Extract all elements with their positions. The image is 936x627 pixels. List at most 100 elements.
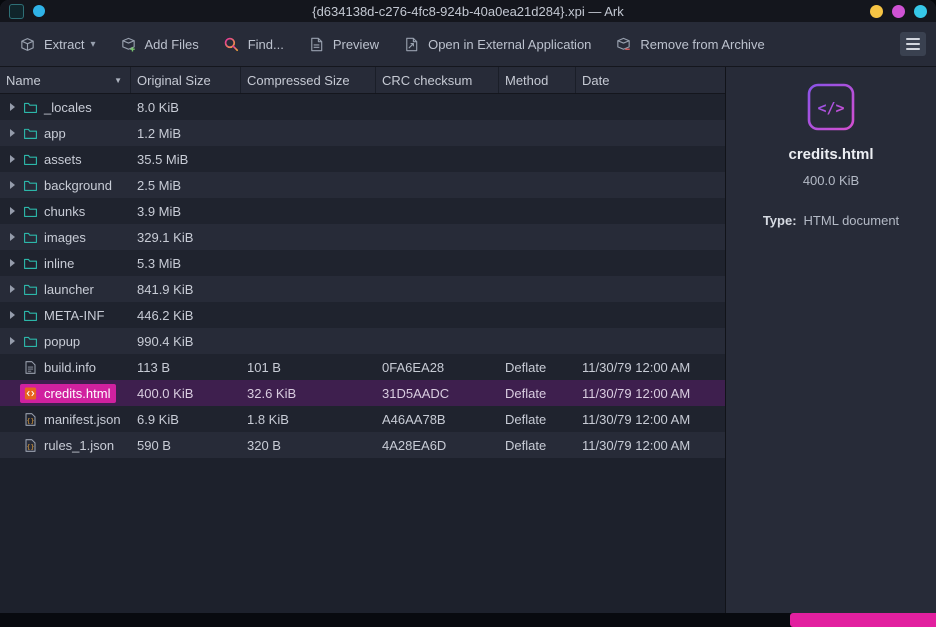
folder-icon (23, 126, 38, 141)
table-row[interactable]: inline 5.3 MiB (0, 250, 725, 276)
json-file-icon: {} (23, 438, 38, 453)
expand-arrow-icon[interactable] (4, 337, 20, 345)
menu-button[interactable] (900, 32, 926, 56)
info-file-icon (23, 360, 38, 375)
entry-name: manifest.json (44, 412, 121, 427)
original-size-cell: 6.9 KiB (131, 412, 241, 427)
original-size-cell: 5.3 MiB (131, 256, 241, 271)
expand-arrow-icon[interactable] (4, 285, 20, 293)
expand-arrow-icon[interactable] (4, 129, 20, 137)
preview-button[interactable]: Preview (299, 30, 388, 59)
original-size-cell: 2.5 MiB (131, 178, 241, 193)
original-size-cell: 400.0 KiB (131, 386, 241, 401)
method-cell: Deflate (499, 360, 576, 375)
table-row[interactable]: META-INF 446.2 KiB (0, 302, 725, 328)
compressed-size-cell: 101 B (241, 360, 376, 375)
column-header-original-size[interactable]: Original Size (131, 67, 241, 93)
crc-cell: A46AA78B (376, 412, 499, 427)
folder-icon (23, 308, 38, 323)
entry-name: _locales (44, 100, 92, 115)
entry-name: rules_1.json (44, 438, 114, 453)
desktop-panel (0, 613, 936, 627)
archive-table-body: _locales 8.0 KiB app 1.2 MiB assets (0, 94, 725, 458)
table-row[interactable]: launcher 841.9 KiB (0, 276, 725, 302)
svg-text:{}: {} (27, 442, 35, 450)
column-header-method[interactable]: Method (499, 67, 576, 93)
name-cell: launcher (0, 280, 131, 299)
ark-window: {d634138d-c276-4fc8-924b-40a0ea21d284}.x… (0, 0, 936, 613)
folder-icon (23, 334, 38, 349)
method-cell: Deflate (499, 412, 576, 427)
expand-arrow-icon[interactable] (4, 155, 20, 163)
archive-table: Name ▼ Original Size Compressed Size CRC… (0, 67, 726, 613)
name-cell: {} rules_1.json (0, 436, 131, 455)
table-row[interactable]: credits.html 400.0 KiB 32.6 KiB 31D5AADC… (0, 380, 725, 406)
expand-arrow-icon[interactable] (4, 259, 20, 267)
extract-button[interactable]: Extract ▾ (10, 30, 105, 59)
column-header-name[interactable]: Name ▼ (0, 67, 131, 93)
table-row[interactable]: app 1.2 MiB (0, 120, 725, 146)
name-cell: inline (0, 254, 131, 273)
file-info-panel: </> credits.html 400.0 KiB Type: HTML do… (726, 67, 936, 613)
table-row[interactable]: assets 35.5 MiB (0, 146, 725, 172)
compressed-size-cell: 1.8 KiB (241, 412, 376, 427)
folder-icon (23, 256, 38, 271)
name-cell: credits.html (0, 384, 131, 403)
column-header-date[interactable]: Date (576, 67, 725, 93)
method-cell: Deflate (499, 386, 576, 401)
original-size-cell: 841.9 KiB (131, 282, 241, 297)
expand-arrow-icon[interactable] (4, 103, 20, 111)
svg-text:</>: </> (817, 99, 844, 117)
date-cell: 11/30/79 12:00 AM (576, 360, 725, 375)
expand-arrow-icon[interactable] (4, 233, 20, 241)
info-file-size: 400.0 KiB (803, 173, 859, 188)
find-button[interactable]: Find... (214, 30, 293, 59)
original-size-cell: 8.0 KiB (131, 100, 241, 115)
maximize-button[interactable] (892, 5, 905, 18)
add-files-icon (120, 36, 137, 53)
table-row[interactable]: {} rules_1.json 590 B 320 B 4A28EA6D Def… (0, 432, 725, 458)
table-row[interactable]: build.info 113 B 101 B 0FA6EA28 Deflate … (0, 354, 725, 380)
date-cell: 11/30/79 12:00 AM (576, 386, 725, 401)
remove-label: Remove from Archive (640, 37, 764, 52)
original-size-cell: 329.1 KiB (131, 230, 241, 245)
minimize-button[interactable] (870, 5, 883, 18)
remove-from-archive-button[interactable]: Remove from Archive (606, 30, 773, 59)
active-task-segment[interactable] (790, 613, 936, 627)
open-external-button[interactable]: Open in External Application (394, 30, 600, 59)
expand-arrow-icon[interactable] (4, 207, 20, 215)
table-row[interactable]: {} manifest.json 6.9 KiB 1.8 KiB A46AA78… (0, 406, 725, 432)
table-row[interactable]: popup 990.4 KiB (0, 328, 725, 354)
name-chip: chunks (20, 202, 91, 221)
status-dot-icon (33, 5, 45, 17)
name-chip: background (20, 176, 118, 195)
entry-name: inline (44, 256, 74, 271)
close-button[interactable] (914, 5, 927, 18)
remove-from-archive-icon (615, 36, 632, 53)
column-header-compressed-size[interactable]: Compressed Size (241, 67, 376, 93)
svg-text:{}: {} (27, 416, 35, 424)
entry-name: assets (44, 152, 82, 167)
name-cell: META-INF (0, 306, 131, 325)
name-cell: {} manifest.json (0, 410, 131, 429)
extract-archive-icon (19, 36, 36, 53)
preview-label: Preview (333, 37, 379, 52)
column-header-crc[interactable]: CRC checksum (376, 67, 499, 93)
expand-arrow-icon[interactable] (4, 311, 20, 319)
open-external-icon (403, 36, 420, 53)
name-chip: images (20, 228, 92, 247)
add-files-button[interactable]: Add Files (111, 30, 208, 59)
titlebar: {d634138d-c276-4fc8-924b-40a0ea21d284}.x… (0, 0, 936, 22)
original-size-cell: 590 B (131, 438, 241, 453)
chevron-down-icon: ▾ (90, 39, 95, 50)
name-cell: images (0, 228, 131, 247)
table-row[interactable]: chunks 3.9 MiB (0, 198, 725, 224)
expand-arrow-icon[interactable] (4, 181, 20, 189)
original-size-cell: 446.2 KiB (131, 308, 241, 323)
table-row[interactable]: images 329.1 KiB (0, 224, 725, 250)
table-row[interactable]: _locales 8.0 KiB (0, 94, 725, 120)
info-type-row: Type: HTML document (763, 213, 899, 228)
table-row[interactable]: background 2.5 MiB (0, 172, 725, 198)
method-cell: Deflate (499, 438, 576, 453)
entry-name: META-INF (44, 308, 104, 323)
